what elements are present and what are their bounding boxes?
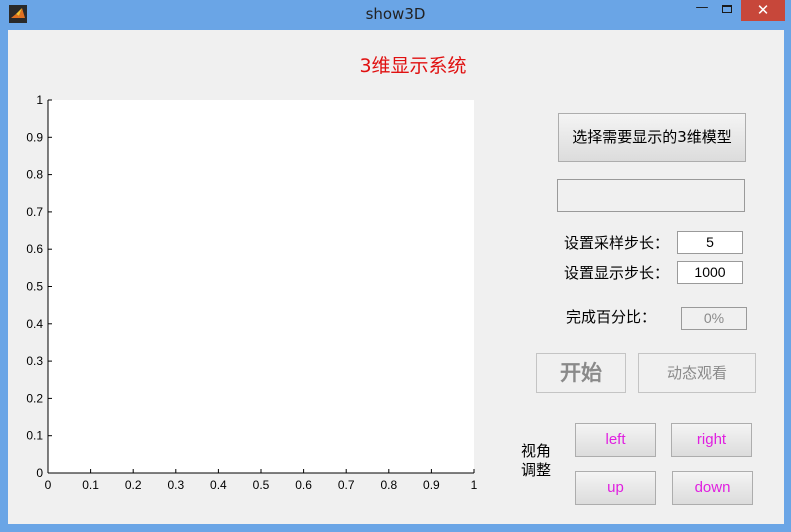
view-adjust-label: 视角 调整 bbox=[518, 442, 554, 480]
x-tick-label: 0.9 bbox=[423, 478, 440, 492]
up-button[interactable]: up bbox=[575, 471, 656, 505]
close-button[interactable]: ✕ bbox=[741, 0, 785, 21]
y-tick-label: 0.7 bbox=[26, 205, 43, 219]
x-tick-label: 0.5 bbox=[253, 478, 270, 492]
maximize-button[interactable] bbox=[714, 0, 740, 20]
x-tick-label: 0.2 bbox=[125, 478, 142, 492]
view-adjust-label-line1: 视角 bbox=[520, 442, 551, 460]
window-title: show3D bbox=[365, 5, 426, 23]
plot-area bbox=[48, 100, 474, 473]
x-tick-label: 0.8 bbox=[380, 478, 397, 492]
title-bar: show3D — ✕ bbox=[0, 0, 791, 28]
display-step-label: 设置显示步长： bbox=[564, 264, 670, 282]
x-tick-label: 0.4 bbox=[210, 478, 227, 492]
x-tick-label: 0.7 bbox=[338, 478, 355, 492]
display-step-input[interactable]: 1000 bbox=[677, 261, 743, 284]
left-button[interactable]: left bbox=[575, 423, 656, 457]
view-adjust-label-line2: 调整 bbox=[520, 461, 551, 479]
y-tick-label: 0.2 bbox=[26, 391, 43, 405]
x-tick-label: 1 bbox=[471, 478, 478, 492]
y-tick-label: 1 bbox=[36, 93, 43, 107]
maximize-icon bbox=[722, 5, 732, 13]
sample-step-input[interactable]: 5 bbox=[677, 231, 743, 254]
y-tick-label: 0.9 bbox=[26, 130, 43, 144]
down-button[interactable]: down bbox=[672, 471, 753, 505]
x-tick-label: 0.6 bbox=[295, 478, 312, 492]
dynamic-view-button[interactable]: 动态观看 bbox=[638, 353, 756, 393]
y-tick-label: 0.3 bbox=[26, 354, 43, 368]
right-button[interactable]: right bbox=[671, 423, 752, 457]
sample-step-label: 设置采样步长： bbox=[564, 234, 670, 252]
model-path-field bbox=[557, 179, 745, 212]
progress-value: 0% bbox=[681, 307, 747, 330]
figure-window: 3维显示系统 0 0.1 0.2 0.3 0.4 0.5 0.6 0.7 0.8 0.9 1 0 0.1… bbox=[8, 30, 784, 524]
y-tick-label: 0.4 bbox=[26, 317, 43, 331]
y-tick-label: 0.8 bbox=[26, 168, 43, 182]
progress-label: 完成百分比： bbox=[566, 308, 657, 326]
y-tick-label: 0.1 bbox=[26, 429, 43, 443]
x-tick-label: 0 bbox=[45, 478, 52, 492]
start-button[interactable]: 开始 bbox=[536, 353, 626, 393]
x-tick-label: 0.3 bbox=[167, 478, 184, 492]
select-model-button[interactable]: 选择需要显示的3维模型 bbox=[558, 113, 746, 162]
minimize-button[interactable]: — bbox=[690, 0, 714, 20]
y-tick-label: 0.5 bbox=[26, 280, 43, 294]
y-tick-label: 0 bbox=[36, 466, 43, 480]
plot-axes[interactable]: 0 0.1 0.2 0.3 0.4 0.5 0.6 0.7 0.8 0.9 1 0 0.1 0.2 0.3 0… bbox=[8, 30, 488, 500]
y-tick-label: 0.6 bbox=[26, 242, 43, 256]
x-tick-label: 0.1 bbox=[82, 478, 99, 492]
